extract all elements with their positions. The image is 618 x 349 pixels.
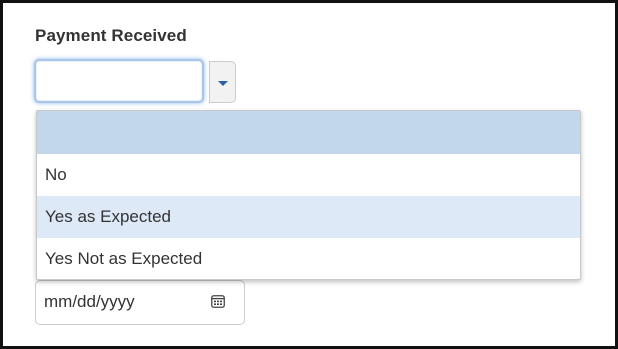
- payment-received-options: No Yes as Expected Yes Not as Expected: [36, 110, 581, 280]
- date-input[interactable]: mm/dd/yyyy: [35, 280, 245, 325]
- calendar-icon[interactable]: [211, 294, 225, 308]
- option-yes-not-as-expected[interactable]: Yes Not as Expected: [37, 238, 580, 279]
- option-yes-as-expected[interactable]: Yes as Expected: [37, 196, 580, 238]
- payment-received-label: Payment Received: [35, 26, 187, 45]
- payment-received-dropdown-toggle[interactable]: [209, 61, 236, 103]
- payment-received-select[interactable]: [34, 59, 204, 103]
- option-blank[interactable]: [37, 111, 580, 154]
- option-no[interactable]: No: [37, 154, 580, 196]
- form-panel: Payment Received mm/dd/yyyy No Yes as Ex…: [0, 0, 618, 349]
- chevron-down-icon: [218, 81, 228, 86]
- date-placeholder: mm/dd/yyyy: [44, 292, 135, 311]
